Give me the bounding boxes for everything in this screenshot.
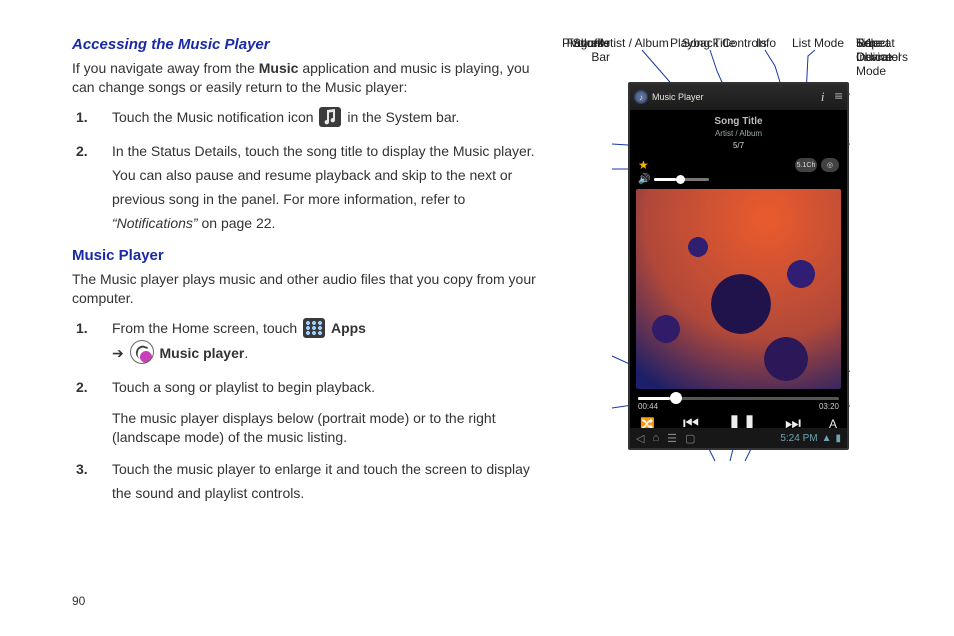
step-b2-extra: The music player displays below (portrai…: [112, 409, 547, 447]
step-b2: 2. Touch a song or playlist to begin pla…: [102, 375, 547, 447]
select-device-icon[interactable]: ◎: [821, 158, 839, 172]
recent-icon[interactable]: ☰: [667, 432, 677, 445]
album-art[interactable]: [636, 189, 841, 389]
label-shuffle: Shuffle: [550, 36, 610, 50]
back-icon[interactable]: ◁: [636, 432, 644, 445]
music-player-diagram: Artist / Album Song Title Info List Mode…: [550, 36, 930, 596]
track-counter: 5/7: [630, 140, 847, 152]
music-player-screenshot: ♪ Music Player i ≡ Song Title Artist / A…: [628, 82, 849, 450]
screenshot-icon[interactable]: ▢: [685, 432, 695, 445]
clock: 5:24 PM: [780, 433, 817, 444]
label-playback-controls: Playback Controls: [670, 36, 767, 50]
intro-paragraph-2: The Music player plays music and other a…: [72, 270, 547, 308]
heading-music-player: Music Player: [72, 247, 547, 264]
step-a2: 2. In the Status Details, touch the song…: [102, 139, 547, 235]
heading-accessing: Accessing the Music Player: [72, 36, 547, 53]
music-note-icon: [319, 107, 341, 127]
music-player-icon: ♪: [634, 90, 648, 104]
wifi-icon: ▲: [822, 433, 832, 444]
volume-icon[interactable]: 🔊: [638, 174, 650, 185]
player-header-bar: ♪ Music Player i ≡: [630, 84, 847, 110]
apps-grid-icon: [303, 318, 325, 338]
time-elapsed: 00:44: [638, 402, 658, 411]
step-b3: 3. Touch the music player to enlarge it …: [102, 457, 547, 505]
channel-5p1-badge[interactable]: 5.1Ch: [795, 158, 817, 172]
track-metadata: Song Title Artist / Album 5/7: [630, 110, 847, 156]
progress-slider[interactable]: [638, 397, 839, 400]
battery-icon: ▮: [835, 433, 841, 444]
app-title: Music Player: [652, 92, 704, 102]
home-icon[interactable]: ⌂: [652, 432, 659, 445]
music-player-app-icon: [130, 340, 154, 364]
intro-paragraph-1: If you navigate away from the Music appl…: [72, 59, 547, 97]
volume-row: 🔊: [630, 174, 847, 185]
steps-list-a: 1. Touch the Music notification icon in …: [72, 105, 547, 235]
artist-album: Artist / Album: [630, 128, 847, 140]
song-title: Song Title: [630, 116, 847, 128]
step-a1: 1. Touch the Music notification icon in …: [102, 105, 547, 129]
favorite-star-icon[interactable]: ★: [638, 158, 649, 172]
body-text-column: Accessing the Music Player If you naviga…: [72, 36, 547, 515]
system-bar: ◁ ⌂ ☰ ▢ 5:24 PM ▲ ▮: [630, 428, 847, 448]
list-mode-icon[interactable]: ≡: [835, 89, 843, 106]
page-number: 90: [72, 594, 85, 608]
info-icon[interactable]: i: [821, 89, 825, 105]
step-b1: 1. From the Home screen, touch Apps ➔ Mu…: [102, 316, 547, 365]
steps-list-b: 1. From the Home screen, touch Apps ➔ Mu…: [72, 316, 547, 505]
label-list-mode: List Mode: [792, 36, 844, 50]
label-repeat: Repeat: [856, 36, 895, 50]
time-total: 03:20: [819, 402, 839, 411]
volume-slider[interactable]: [654, 178, 709, 181]
